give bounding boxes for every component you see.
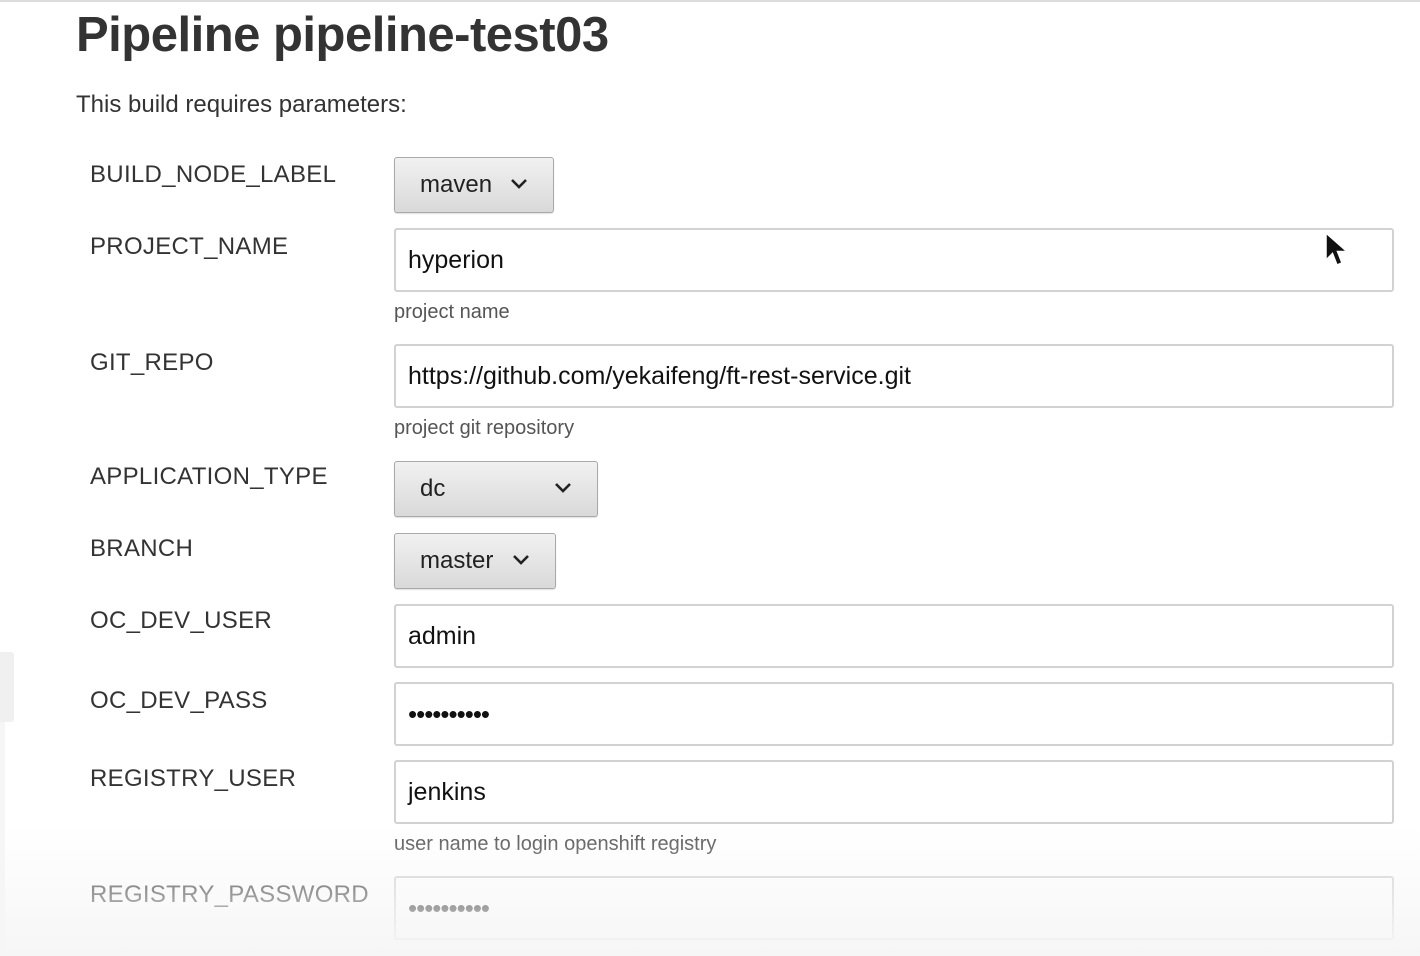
- param-label-registry-user: REGISTRY_USER: [90, 765, 297, 792]
- git-repo-input[interactable]: https://github.com/yekaifeng/ft-rest-ser…: [394, 344, 1394, 408]
- param-label-registry-password: REGISTRY_PASSWORD: [90, 881, 369, 908]
- side-panel-edge: [0, 722, 5, 956]
- page-subtitle: This build requires parameters:: [76, 91, 407, 118]
- registry-user-description: user name to login openshift registry: [394, 833, 717, 855]
- project-name-description: project name: [394, 301, 510, 323]
- chevron-down-icon: [513, 555, 529, 565]
- param-label-oc-dev-pass: OC_DEV_PASS: [90, 687, 268, 714]
- project-name-input[interactable]: hyperion: [394, 228, 1394, 292]
- oc-dev-pass-input[interactable]: ••••••••••: [394, 682, 1394, 746]
- chevron-down-icon: [511, 179, 527, 189]
- application-type-select[interactable]: dc: [394, 461, 598, 517]
- param-label-oc-dev-user: OC_DEV_USER: [90, 607, 273, 634]
- oc-dev-user-input[interactable]: admin: [394, 604, 1394, 668]
- branch-value: master: [420, 547, 494, 574]
- git-repo-description: project git repository: [394, 417, 575, 439]
- build-node-label-select[interactable]: maven: [394, 157, 554, 213]
- param-label-project-name: PROJECT_NAME: [90, 233, 289, 260]
- branch-select[interactable]: master: [394, 533, 556, 589]
- top-divider: [0, 0, 1420, 2]
- registry-password-input[interactable]: ••••••••••: [394, 876, 1394, 940]
- param-label-branch: BRANCH: [90, 535, 194, 562]
- registry-user-input[interactable]: jenkins: [394, 760, 1394, 824]
- application-type-value: dc: [420, 475, 446, 502]
- param-label-git-repo: GIT_REPO: [90, 349, 214, 376]
- side-panel-tab[interactable]: [0, 652, 14, 722]
- mouse-pointer-icon: [1325, 232, 1349, 266]
- build-node-label-value: maven: [420, 171, 493, 198]
- chevron-down-icon: [555, 483, 571, 493]
- param-label-build-node-label: BUILD_NODE_LABEL: [90, 161, 337, 188]
- page-title: Pipeline pipeline-test03: [76, 8, 609, 62]
- param-label-application-type: APPLICATION_TYPE: [90, 463, 328, 490]
